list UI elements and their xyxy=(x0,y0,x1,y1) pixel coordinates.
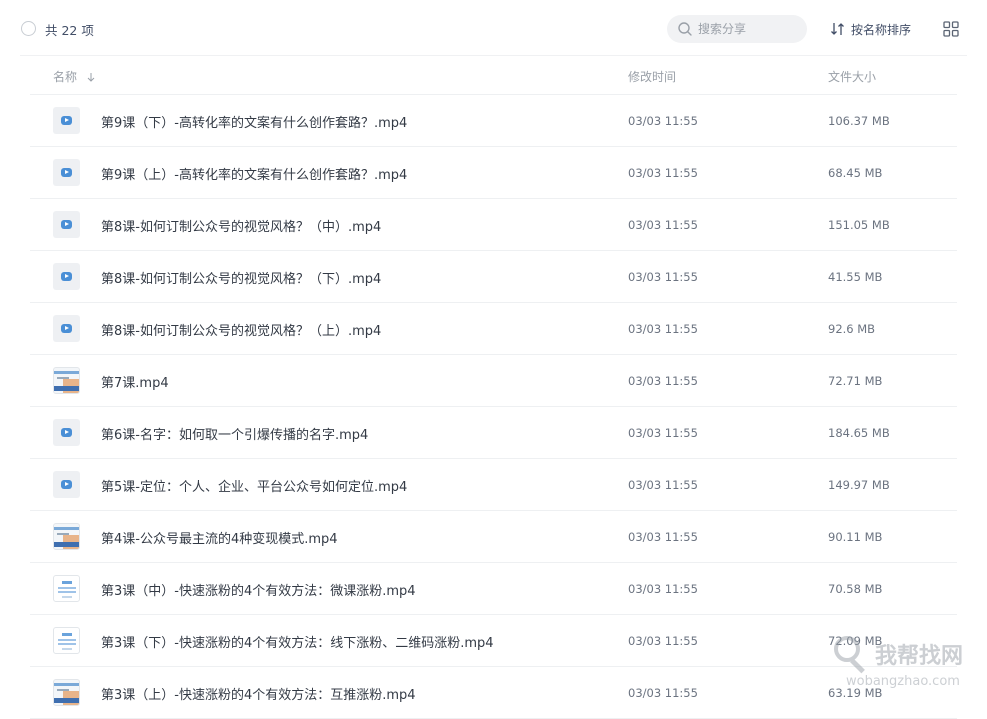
file-row[interactable]: 第5课-定位：个人、企业、平台公众号如何定位.mp4 03/03 11:55 149… xyxy=(30,459,957,511)
file-size: 72.71 MB xyxy=(828,374,883,388)
video-file-icon xyxy=(53,159,80,186)
file-modified: 03/03 11:55 xyxy=(628,686,698,700)
file-thumbnail-icon xyxy=(53,627,80,654)
search-box[interactable] xyxy=(667,15,807,43)
file-modified: 03/03 11:55 xyxy=(628,322,698,336)
file-name[interactable]: 第5课-定位：个人、企业、平台公众号如何定位.mp4 xyxy=(101,476,407,495)
select-all-checkbox[interactable] xyxy=(21,21,36,36)
video-file-icon xyxy=(53,107,80,134)
file-size: 70.58 MB xyxy=(828,582,883,596)
file-modified: 03/03 11:55 xyxy=(628,374,698,388)
file-row[interactable]: 第3课（中）-快速涨粉的4个有效方法：微课涨粉.mp4 03/03 11:55 70… xyxy=(30,563,957,615)
file-thumbnail-icon xyxy=(53,679,80,706)
file-size: 90.11 MB xyxy=(828,530,883,544)
file-size: 106.37 MB xyxy=(828,114,890,128)
video-file-icon xyxy=(53,211,80,238)
file-row[interactable]: 第9课（上）-高转化率的文案有什么创作套路？.mp4 03/03 11:55 68.… xyxy=(30,147,957,199)
file-size: 151.05 MB xyxy=(828,218,890,232)
file-row[interactable]: 第3课（上）-快速涨粉的4个有效方法：互推涨粉.mp4 03/03 11:55 63… xyxy=(30,667,957,719)
file-name[interactable]: 第8课-如何订制公众号的视觉风格？（下）.mp4 xyxy=(101,268,381,287)
file-thumbnail-icon xyxy=(53,575,80,602)
item-count: 共 22 项 xyxy=(45,23,94,38)
file-modified: 03/03 11:55 xyxy=(628,478,698,492)
file-modified: 03/03 11:55 xyxy=(628,166,698,180)
file-size: 68.45 MB xyxy=(828,166,883,180)
file-row[interactable]: 第3课（下）-快速涨粉的4个有效方法：线下涨粉、二维码涨粉.mp4 03/03 1… xyxy=(30,615,957,667)
toolbar-divider xyxy=(20,55,967,56)
file-modified: 03/03 11:55 xyxy=(628,270,698,284)
sort-down-icon xyxy=(87,72,95,82)
column-name-label: 名称 xyxy=(53,70,78,84)
file-size: 184.65 MB xyxy=(828,426,890,440)
file-row[interactable]: 第8课-如何订制公众号的视觉风格？（中）.mp4 03/03 11:55 151.0… xyxy=(30,199,957,251)
file-modified: 03/03 11:55 xyxy=(628,582,698,596)
file-modified: 03/03 11:55 xyxy=(628,218,698,232)
file-size: 149.97 MB xyxy=(828,478,890,492)
search-icon xyxy=(678,22,692,36)
file-row[interactable]: 第4课-公众号最主流的4种变现模式.mp4 03/03 11:55 90.11 MB xyxy=(30,511,957,563)
file-name[interactable]: 第8课-如何订制公众号的视觉风格？（中）.mp4 xyxy=(101,216,381,235)
watermark-text: 我帮找网 xyxy=(875,644,964,669)
file-name[interactable]: 第9课（下）-高转化率的文案有什么创作套路？.mp4 xyxy=(101,112,407,131)
grid-view-icon[interactable] xyxy=(943,21,959,37)
video-file-icon xyxy=(53,419,80,446)
file-name[interactable]: 第6课-名字：如何取一个引爆传播的名字.mp4 xyxy=(101,424,368,443)
video-file-icon xyxy=(53,315,80,342)
search-input[interactable] xyxy=(698,19,798,39)
sort-button[interactable]: 按名称排序 xyxy=(830,19,911,39)
video-file-icon xyxy=(53,263,80,290)
file-size: 92.6 MB xyxy=(828,322,876,336)
file-name[interactable]: 第3课（中）-快速涨粉的4个有效方法：微课涨粉.mp4 xyxy=(101,580,416,599)
file-modified: 03/03 11:55 xyxy=(628,530,698,544)
file-name[interactable]: 第3课（上）-快速涨粉的4个有效方法：互推涨粉.mp4 xyxy=(101,684,416,703)
magnifier-icon xyxy=(834,636,860,662)
file-name[interactable]: 第3课（下）-快速涨粉的4个有效方法：线下涨粉、二维码涨粉.mp4 xyxy=(101,632,494,651)
file-row[interactable]: 第8课-如何订制公众号的视觉风格？（下）.mp4 03/03 11:55 41.55… xyxy=(30,251,957,303)
file-row[interactable]: 第8课-如何订制公众号的视觉风格？（上）.mp4 03/03 11:55 92.6 … xyxy=(30,303,957,355)
file-name[interactable]: 第9课（上）-高转化率的文案有什么创作套路？.mp4 xyxy=(101,164,407,183)
file-thumbnail-icon xyxy=(53,367,80,394)
table-header: 名称 修改时间 文件大小 xyxy=(30,60,957,94)
file-row[interactable]: 第7课.mp4 03/03 11:55 72.71 MB xyxy=(30,355,957,407)
file-name[interactable]: 第4课-公众号最主流的4种变现模式.mp4 xyxy=(101,528,338,547)
watermark: 我帮找网 wobangzhao.com xyxy=(832,634,987,704)
sort-label: 按名称排序 xyxy=(851,22,912,37)
column-size-header[interactable]: 文件大小 xyxy=(828,68,876,85)
file-name[interactable]: 第8课-如何订制公众号的视觉风格？（上）.mp4 xyxy=(101,320,381,339)
file-thumbnail-icon xyxy=(53,523,80,550)
sort-icon xyxy=(831,23,844,35)
column-modified-header[interactable]: 修改时间 xyxy=(628,68,676,85)
file-modified: 03/03 11:55 xyxy=(628,114,698,128)
file-modified: 03/03 11:55 xyxy=(628,426,698,440)
watermark-url: wobangzhao.com xyxy=(846,674,960,689)
file-row[interactable]: 第6课-名字：如何取一个引爆传播的名字.mp4 03/03 11:55 184.65… xyxy=(30,407,957,459)
file-name[interactable]: 第7课.mp4 xyxy=(101,372,169,391)
column-name-header[interactable]: 名称 xyxy=(53,68,96,85)
file-size: 41.55 MB xyxy=(828,270,883,284)
video-file-icon xyxy=(53,471,80,498)
file-row[interactable]: 第9课（下）-高转化率的文案有什么创作套路？.mp4 03/03 11:55 106… xyxy=(30,95,957,147)
file-modified: 03/03 11:55 xyxy=(628,634,698,648)
toolbar: 共 22 项 按名称排序 xyxy=(0,0,987,56)
file-list: 第9课（下）-高转化率的文案有什么创作套路？.mp4 03/03 11:55 106… xyxy=(30,95,957,719)
